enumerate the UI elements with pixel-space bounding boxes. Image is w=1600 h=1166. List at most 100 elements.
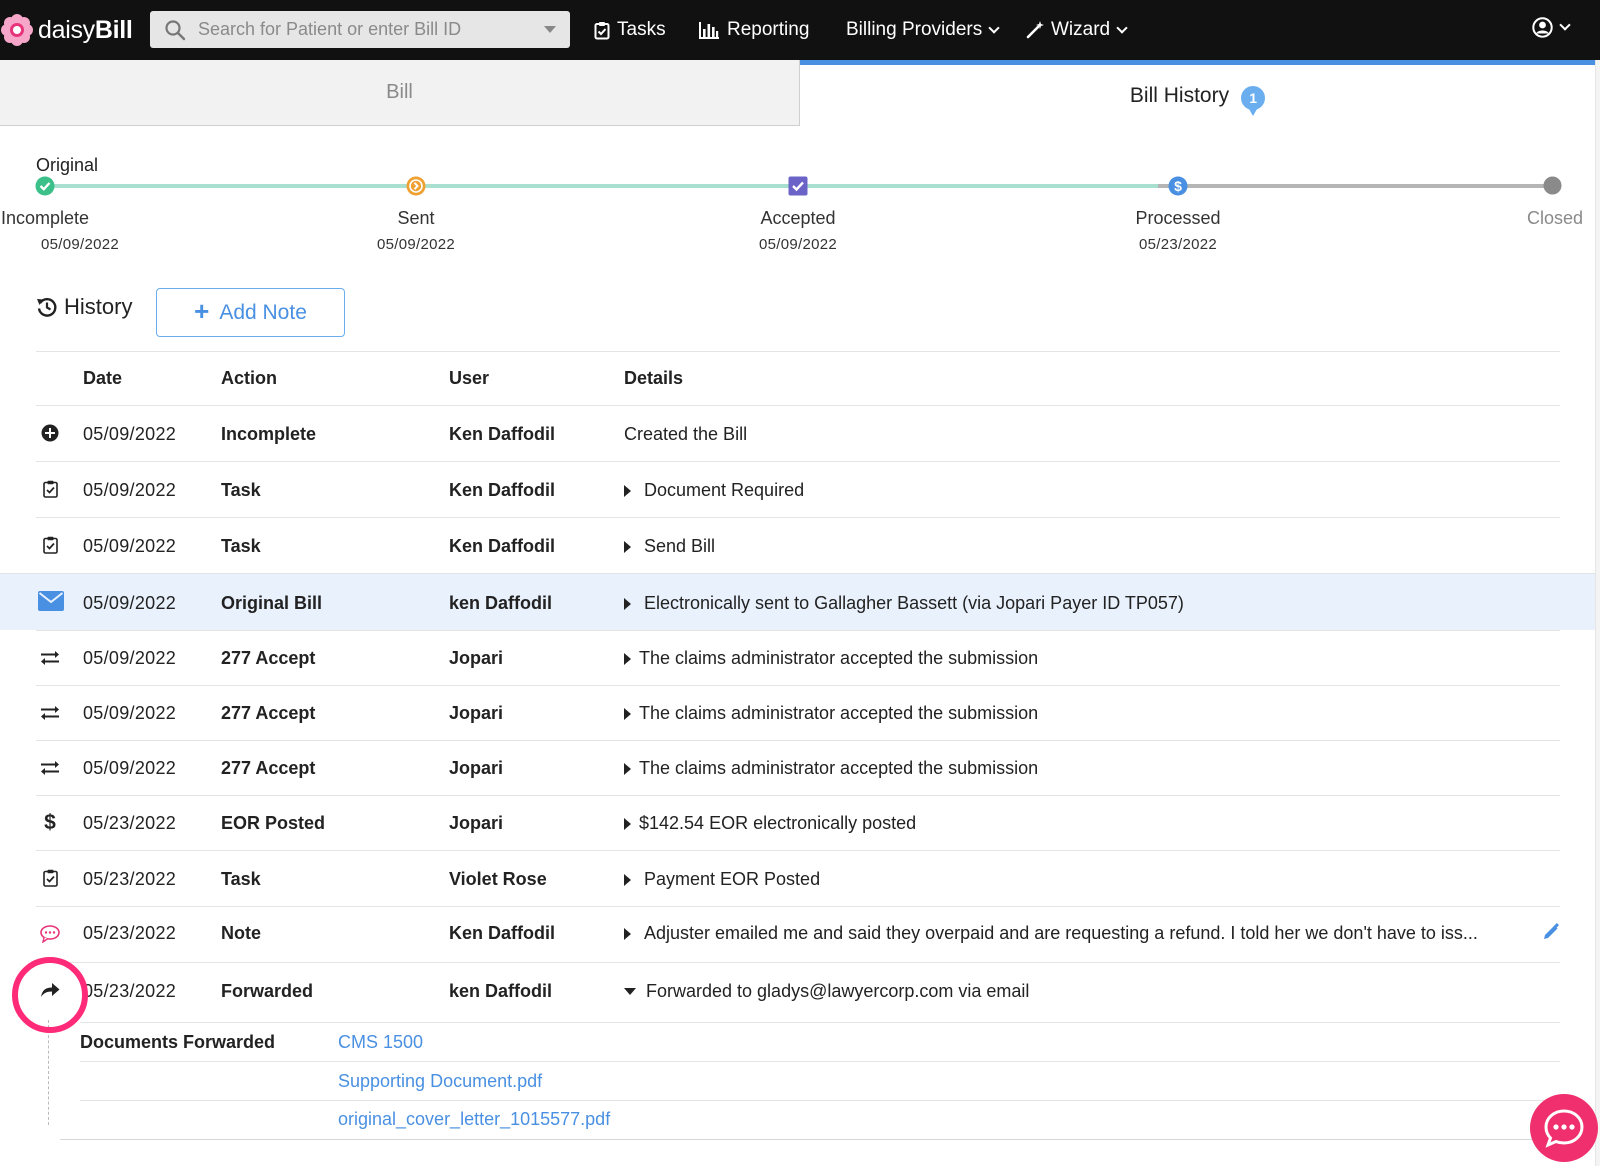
caret-right-icon xyxy=(624,927,631,940)
user-circle-icon xyxy=(1532,17,1553,38)
row-user: Jopari xyxy=(449,703,504,723)
edit-note-pencil-icon[interactable] xyxy=(1542,923,1560,946)
search-dropdown-caret-icon[interactable] xyxy=(544,26,556,33)
row-action: Forwarded xyxy=(221,981,314,1001)
bar-chart-icon xyxy=(699,22,719,39)
row-action: Note xyxy=(221,923,261,943)
document-link-cms-1500[interactable]: CMS 1500 xyxy=(338,1032,423,1053)
table-row[interactable]: 05/09/2022 277 Accept Jopari The claims … xyxy=(36,630,1560,685)
divider xyxy=(80,1100,1560,1101)
nav-wizard-label: Wizard xyxy=(1051,19,1111,40)
row-details-toggle[interactable]: $142.54 EOR electronically posted xyxy=(624,813,916,834)
row-action: Task xyxy=(221,869,261,889)
column-header-user: User xyxy=(449,368,490,388)
plus-circle-icon xyxy=(36,424,64,442)
row-date: 05/09/2022 xyxy=(83,593,177,613)
chat-button[interactable] xyxy=(1530,1094,1598,1162)
row-user: Ken Daffodil xyxy=(449,536,555,556)
step-processed-date: 05/23/2022 xyxy=(1138,236,1218,253)
row-date: 05/23/2022 xyxy=(83,813,177,833)
speech-bubble-icon xyxy=(36,925,64,943)
search-icon xyxy=(165,19,186,40)
row-user: Ken Daffodil xyxy=(449,923,555,943)
row-details-toggle-expanded[interactable]: Forwarded to gladys@lawyercorp.com via e… xyxy=(624,981,1029,1002)
tab-bill-history[interactable]: Bill History 1 xyxy=(800,60,1595,126)
nav-billing-providers[interactable]: Billing Providers xyxy=(846,17,1000,43)
caret-right-icon xyxy=(624,484,631,497)
row-details-toggle[interactable]: Document Required xyxy=(624,480,804,501)
row-details-toggle[interactable]: Send Bill xyxy=(624,536,715,557)
row-user: Jopari xyxy=(449,648,504,668)
row-user: Jopari xyxy=(449,813,504,833)
row-details-toggle[interactable]: Adjuster emailed me and said they overpa… xyxy=(624,923,1478,944)
progress-track-complete xyxy=(45,184,1158,188)
step-closed-label: Closed xyxy=(1526,208,1583,228)
plus-icon: + xyxy=(194,295,210,326)
row-details: Created the Bill xyxy=(624,424,748,444)
table-row-highlighted[interactable]: 05/09/2022 Original Bill ken Daffodil El… xyxy=(0,573,1595,630)
history-count-badge: 1 xyxy=(1241,85,1266,116)
column-header-details: Details xyxy=(624,368,684,388)
history-heading: History xyxy=(36,294,132,320)
expanded-row-guide-line xyxy=(48,1020,49,1125)
row-details-toggle[interactable]: Electronically sent to Gallagher Bassett… xyxy=(624,593,1184,614)
table-row: 05/09/2022 Incomplete Ken Daffodil Creat… xyxy=(36,405,1560,461)
table-row[interactable]: 05/09/2022 Task Ken Daffodil Send Bill xyxy=(36,517,1560,573)
row-date: 05/09/2022 xyxy=(83,758,177,778)
table-row[interactable]: 05/23/2022 Task Violet Rose Payment EOR … xyxy=(36,850,1560,906)
annotation-highlight-circle xyxy=(12,957,88,1033)
row-user: Ken Daffodil xyxy=(449,424,555,444)
step-incomplete-label: Incomplete xyxy=(0,208,90,228)
row-user: ken Daffodil xyxy=(449,981,553,1001)
nav-wizard[interactable]: Wizard xyxy=(1026,17,1128,43)
row-user: ken Daffodil xyxy=(449,593,553,613)
document-link-cover-letter[interactable]: original_cover_letter_1015577.pdf xyxy=(338,1109,610,1130)
divider xyxy=(60,1139,1560,1140)
table-row[interactable]: 05/23/2022 Note Ken Daffodil Adjuster em… xyxy=(36,906,1560,962)
divider xyxy=(80,1061,1560,1062)
caret-down-icon xyxy=(624,988,636,995)
tab-bill[interactable]: Bill xyxy=(0,60,800,126)
document-link-supporting-document[interactable]: Supporting Document.pdf xyxy=(338,1071,542,1092)
caret-right-icon xyxy=(624,652,631,665)
chat-bubble-icon xyxy=(1544,1109,1584,1148)
row-date: 05/23/2022 xyxy=(83,869,177,889)
dollar-icon: $ xyxy=(44,811,56,834)
table-row[interactable]: 05/09/2022 277 Accept Jopari The claims … xyxy=(36,685,1560,740)
row-details-toggle[interactable]: The claims administrator accepted the su… xyxy=(624,703,1038,724)
bill-type-label: Original xyxy=(36,155,99,175)
daisybill-logo[interactable]: daisyBill xyxy=(0,12,133,48)
nav-reporting[interactable]: Reporting xyxy=(699,17,809,43)
row-date: 05/09/2022 xyxy=(83,480,177,500)
history-title-text: History xyxy=(64,294,133,319)
row-date: 05/09/2022 xyxy=(83,703,177,723)
nav-billing-providers-label: Billing Providers xyxy=(846,19,983,40)
clipboard-check-icon xyxy=(594,21,610,39)
table-row-forwarded[interactable]: 05/23/2022 Forwarded ken Daffodil Forwar… xyxy=(36,962,1560,1018)
row-date: 05/23/2022 xyxy=(83,981,177,1001)
exchange-icon xyxy=(36,650,64,666)
row-details-toggle[interactable]: The claims administrator accepted the su… xyxy=(624,758,1038,779)
caret-right-icon xyxy=(624,540,631,553)
add-note-button[interactable]: + Add Note xyxy=(156,288,345,337)
table-row[interactable]: 05/09/2022 Task Ken Daffodil Document Re… xyxy=(36,461,1560,517)
nav-tasks[interactable]: Tasks xyxy=(594,17,666,43)
user-account-menu[interactable] xyxy=(1532,17,1571,38)
table-header-row: Date Action User Details xyxy=(36,351,1560,405)
patient-search[interactable] xyxy=(150,11,570,48)
step-accepted-label: Accepted xyxy=(760,208,836,228)
row-details-toggle[interactable]: Payment EOR Posted xyxy=(624,869,820,890)
top-navbar: daisyBill Tasks Reporting Billing Provid… xyxy=(0,0,1600,60)
clipboard-check-icon xyxy=(36,869,64,887)
table-row[interactable]: 05/09/2022 277 Accept Jopari The claims … xyxy=(36,740,1560,795)
row-details-toggle[interactable]: The claims administrator accepted the su… xyxy=(624,648,1038,669)
page-scrollbar[interactable] xyxy=(1595,60,1600,1166)
search-input[interactable] xyxy=(198,19,528,40)
clipboard-check-icon xyxy=(36,480,64,498)
row-date: 05/09/2022 xyxy=(83,536,177,556)
step-accepted-date: 05/09/2022 xyxy=(758,236,838,253)
row-action: Original Bill xyxy=(221,593,323,613)
step-closed-dot-icon xyxy=(1543,176,1562,195)
table-row[interactable]: $ 05/23/2022 EOR Posted Jopari $142.54 E… xyxy=(36,795,1560,850)
row-action: 277 Accept xyxy=(221,758,316,778)
